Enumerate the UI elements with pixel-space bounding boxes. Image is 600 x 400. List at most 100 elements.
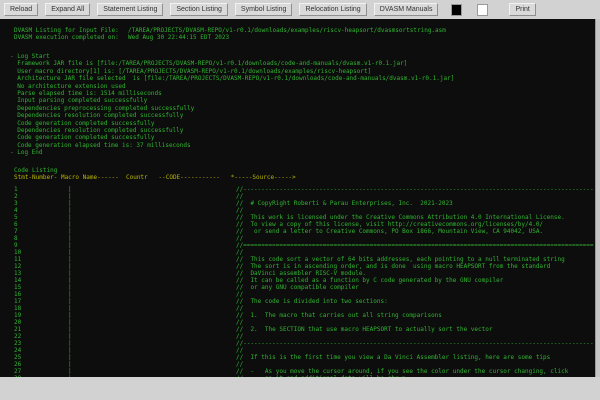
source-text: // - As you move the cursor around, if y… [236, 368, 568, 375]
source-text: // [236, 305, 243, 312]
code-listing-row[interactable]: 21 | // 2. The SECTION that use macro HE… [10, 326, 594, 333]
code-listing-row[interactable]: 28 | // on it and additional data will b… [10, 375, 594, 377]
statement-number: 10 [10, 249, 64, 256]
code-listing-columns-header: Stmt-Number- Macro Name------ Countr --C… [10, 174, 296, 181]
source-text: // This work is licensed under the Creat… [236, 214, 565, 221]
code-listing-row[interactable]: 20 | // [10, 319, 594, 326]
statement-number: 24 [10, 347, 64, 354]
code-listing-row[interactable]: 16 | // [10, 291, 594, 298]
statement-number: 21 [10, 326, 64, 333]
black-color-swatch-button[interactable] [451, 4, 462, 16]
code-listing-row[interactable]: 19 | // 1. The macro that carries out al… [10, 312, 594, 319]
statement-number: 13 [10, 270, 64, 277]
statement-number: 16 [10, 291, 64, 298]
white-color-swatch-button[interactable] [477, 4, 488, 16]
statement-number: 23 [10, 340, 64, 347]
statement-number: 12 [10, 263, 64, 270]
code-listing-row[interactable]: 17 | // The code is divided into two sec… [10, 298, 594, 305]
code-listing-row[interactable]: 13 | // DaVinci assembler RISC-V module. [10, 270, 594, 277]
log-line: Code generation elapsed time is: 37 mill… [10, 142, 454, 149]
macro-column-bar: | [64, 354, 236, 361]
code-listing-row[interactable]: 24 | // [10, 347, 594, 354]
code-listing-row[interactable]: 18 | // [10, 305, 594, 312]
macro-column-bar: | [64, 291, 236, 298]
macro-column-bar: | [64, 284, 236, 291]
code-listing-row[interactable]: 25 | // If this is the first time you vi… [10, 354, 594, 361]
code-listing-row[interactable]: 22 | // [10, 333, 594, 340]
statement-number: 9 [10, 242, 64, 249]
code-listing-row[interactable]: 1 | //----------------------------------… [10, 186, 594, 193]
code-listing-row[interactable]: 10 | // [10, 249, 594, 256]
file-info-label: DVASM Listing for Input File: [10, 27, 128, 34]
source-text: //======================================… [236, 242, 594, 249]
macro-column-bar: | [64, 340, 236, 347]
source-text: // The sort is in ascending order, and i… [236, 263, 550, 270]
relocation-listing-button[interactable]: Relocation Listing [299, 3, 366, 16]
code-listing-row[interactable]: 23 | //---------------------------------… [10, 340, 594, 347]
code-listing-row[interactable]: 5 | // This work is licensed under the C… [10, 214, 594, 221]
log-block: - Log Start Framework JAR file is [file:… [10, 53, 454, 157]
source-text: // 1. The macro that carries out all str… [236, 312, 442, 319]
code-listing-row[interactable]: 26 | // [10, 361, 594, 368]
macro-column-bar: | [64, 368, 236, 375]
statement-number: 8 [10, 235, 64, 242]
log-line: Parse elapsed time is: 1514 milliseconds [10, 90, 454, 97]
macro-column-bar: | [64, 277, 236, 284]
log-line: Dependencies resolution completed succes… [10, 112, 454, 119]
code-listing-row[interactable]: 11 | // This code sort a vector of 64 bi… [10, 256, 594, 263]
code-listing-row[interactable]: 12 | // The sort is in ascending order, … [10, 263, 594, 270]
source-text: // To view a copy of this license, visit… [236, 221, 543, 228]
macro-column-bar: | [64, 312, 236, 319]
log-line: User macro directory[1] is: [/TAREA/PROJ… [10, 68, 454, 75]
log-line: - Log Start [10, 53, 454, 60]
source-text: //--------------------------------------… [236, 340, 594, 347]
code-listing-row[interactable]: 14 | // It can be called as a function b… [10, 277, 594, 284]
source-text: // DaVinci assembler RISC-V module. [236, 270, 366, 277]
dvasm-manuals-button[interactable]: DVASM Manuals [374, 3, 439, 16]
code-listing-row[interactable]: 8 | // [10, 235, 594, 242]
code-listing-row[interactable]: 3 | // # CopyRight Roberti & Parau Enter… [10, 200, 594, 207]
code-listing: 1 | //----------------------------------… [10, 186, 594, 377]
source-text: // If this is the first time you view a … [236, 354, 550, 361]
statement-number: 17 [10, 298, 64, 305]
code-listing-row[interactable]: 15 | // or any GNU compatible compiler [10, 284, 594, 291]
macro-column-bar: | [64, 375, 236, 377]
reload-button[interactable]: Reload [4, 3, 38, 16]
macro-column-bar: | [64, 347, 236, 354]
file-info-block: DVASM Listing for Input File: /TAREA/PRO… [10, 27, 446, 42]
macro-column-bar: | [64, 263, 236, 270]
source-text: // It can be called as a function by C c… [236, 277, 503, 284]
section-listing-button[interactable]: Section Listing [170, 3, 228, 16]
code-listing-row[interactable]: 2 | // [10, 193, 594, 200]
source-text: //--------------------------------------… [236, 186, 594, 193]
macro-column-bar: | [64, 221, 236, 228]
scrollbar[interactable] [595, 19, 600, 377]
code-listing-header: Code Listing Stmt-Number- Macro Name----… [10, 167, 296, 182]
statement-listing-button[interactable]: Statement Listing [97, 3, 163, 16]
code-listing-row[interactable]: 27 | // - As you move the cursor around,… [10, 368, 594, 375]
file-info-line: DVASM execution completed on: Wed Aug 30… [10, 34, 446, 41]
source-text: // [236, 347, 243, 354]
log-line: Architecture JAR file selected is [file:… [10, 75, 454, 82]
terminal-output: DVASM Listing for Input File: /TAREA/PRO… [0, 19, 595, 377]
code-listing-row[interactable]: 9 | //==================================… [10, 242, 594, 249]
statement-number: 4 [10, 207, 64, 214]
source-text: // [236, 193, 243, 200]
code-listing-row[interactable]: 7 | // or send a letter to Creative Comm… [10, 228, 594, 235]
macro-column-bar: | [64, 207, 236, 214]
file-info-value: /TAREA/PROJECTS/DVASM-REPO/v1-r0.1/downl… [128, 27, 446, 34]
statement-number: 11 [10, 256, 64, 263]
macro-column-bar: | [64, 242, 236, 249]
symbol-listing-button[interactable]: Symbol Listing [235, 3, 293, 16]
log-line: - Log End [10, 149, 454, 156]
source-text: // [236, 235, 243, 242]
expand-all-button[interactable]: Expand All [45, 3, 90, 16]
file-info-line: DVASM Listing for Input File: /TAREA/PRO… [10, 27, 446, 34]
macro-column-bar: | [64, 214, 236, 221]
source-text: // [236, 361, 243, 368]
print-button[interactable]: Print [509, 3, 535, 16]
statement-number: 14 [10, 277, 64, 284]
code-listing-row[interactable]: 6 | // To view a copy of this license, v… [10, 221, 594, 228]
macro-column-bar: | [64, 305, 236, 312]
code-listing-row[interactable]: 4 | // [10, 207, 594, 214]
